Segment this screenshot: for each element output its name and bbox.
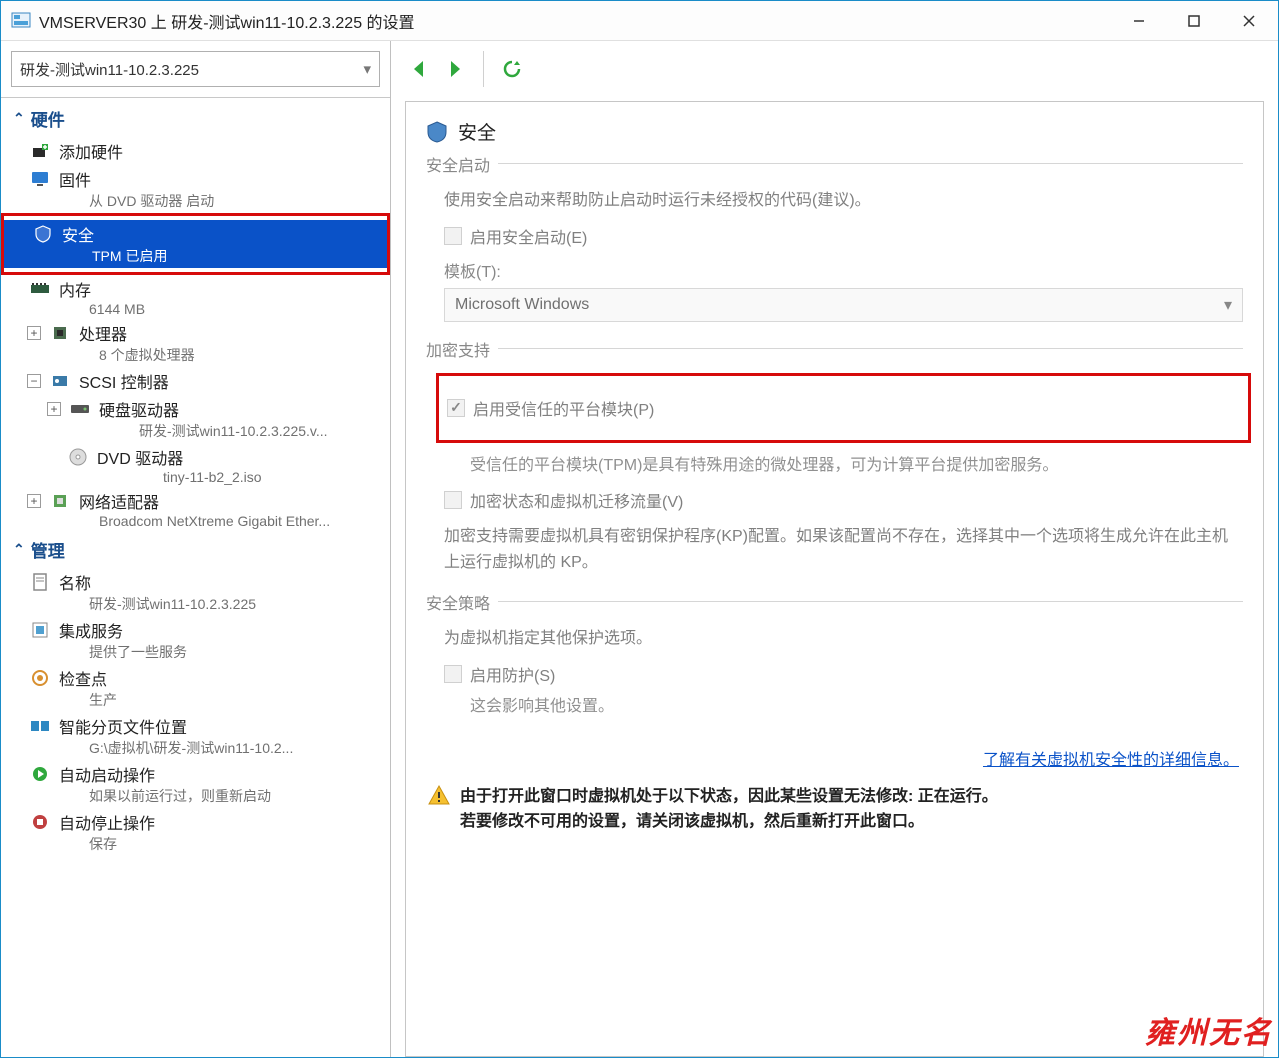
settings-tree: ⌃ 硬件 添加硬件 固件 从 DVD 驱动器 启动 <box>1 97 390 1057</box>
encrypt-state-checkbox <box>444 491 462 509</box>
tree-firmware[interactable]: 固件 从 DVD 驱动器 启动 <box>1 165 390 213</box>
tree-autostop[interactable]: 自动停止操作 保存 <box>1 808 390 856</box>
network-icon <box>49 491 71 511</box>
add-hardware-icon <box>29 141 51 161</box>
title-bar: VMSERVER30 上 研发-测试win11-10.2.3.225 的设置 <box>1 1 1278 41</box>
tree-memory[interactable]: 内存 6144 MB <box>1 275 390 319</box>
autostart-icon <box>29 764 51 784</box>
encryption-group: 加密支持 启用受信任的平台模块(P) 受信任的平台模块(TPM)是具有特殊用途的… <box>426 348 1243 576</box>
tree-security[interactable]: 安全 TPM 已启用 <box>4 220 387 268</box>
close-button[interactable] <box>1221 2 1276 40</box>
content-toolbar <box>391 41 1278 97</box>
secure-boot-checkbox <box>444 227 462 245</box>
learn-more-link[interactable]: 了解有关虚拟机安全性的详细信息。 <box>983 752 1239 769</box>
tree-name[interactable]: 名称 研发-测试win11-10.2.3.225 <box>1 568 390 616</box>
expand-icon[interactable]: + <box>27 326 41 340</box>
vm-selector-dropdown[interactable]: 研发-测试win11-10.2.3.225 ▾ <box>11 51 380 87</box>
chevron-down-icon: ▾ <box>1224 295 1232 315</box>
autostop-icon <box>29 812 51 832</box>
warning-icon <box>428 784 450 835</box>
vm-selector-value: 研发-测试win11-10.2.3.225 <box>20 59 199 80</box>
tree-network[interactable]: + 网络适配器 Broadcom NetXtreme Gigabit Ether… <box>1 487 390 531</box>
tree-add-hardware[interactable]: 添加硬件 <box>1 137 390 165</box>
collapse-icon[interactable]: − <box>27 374 41 388</box>
integration-icon <box>29 620 51 640</box>
nav-back-button[interactable] <box>405 55 433 83</box>
tree-scsi[interactable]: − SCSI 控制器 <box>1 367 390 395</box>
chevron-down-icon: ▾ <box>363 60 371 78</box>
tpm-checkbox <box>447 399 465 417</box>
highlight-tpm: 启用受信任的平台模块(P) <box>436 373 1251 443</box>
window-title: VMSERVER30 上 研发-测试win11-10.2.3.225 的设置 <box>39 9 415 33</box>
security-panel: 安全 安全启动 使用安全启动来帮助防止启动时运行未经授权的代码(建议)。 启用安… <box>405 101 1264 1057</box>
tree-paging[interactable]: 智能分页文件位置 G:\虚拟机\研发-测试win11-10.2... <box>1 712 390 760</box>
panel-title: 安全 <box>426 118 1243 145</box>
monitor-icon <box>29 169 51 189</box>
nav-forward-button[interactable] <box>441 55 469 83</box>
checkpoint-icon <box>29 668 51 688</box>
name-icon <box>29 572 51 592</box>
scsi-icon <box>49 371 71 391</box>
secure-boot-group: 安全启动 使用安全启动来帮助防止启动时运行未经授权的代码(建议)。 启用安全启动… <box>426 163 1243 322</box>
tree-integration[interactable]: 集成服务 提供了一些服务 <box>1 616 390 664</box>
shield-icon <box>426 121 448 143</box>
tree-hdd[interactable]: + 硬盘驱动器 研发-测试win11-10.2.3.225.v... <box>1 395 390 443</box>
highlight-security: 安全 TPM 已启用 <box>1 213 390 275</box>
template-select: Microsoft Windows ▾ <box>444 288 1243 322</box>
expand-icon[interactable]: + <box>47 402 61 416</box>
app-icon <box>11 11 31 31</box>
minimize-button[interactable] <box>1111 2 1166 40</box>
refresh-button[interactable] <box>498 55 526 83</box>
tree-autostart[interactable]: 自动启动操作 如果以前运行过，则重新启动 <box>1 760 390 808</box>
section-hardware[interactable]: ⌃ 硬件 <box>1 100 390 137</box>
memory-icon <box>29 279 51 299</box>
shield-checkbox <box>444 665 462 683</box>
paging-icon <box>29 716 51 736</box>
shield-icon <box>32 224 54 244</box>
policy-group: 安全策略 为虚拟机指定其他保护选项。 启用防护(S) 这会影响其他设置。 <box>426 601 1243 719</box>
dvd-icon <box>67 447 89 467</box>
collapse-icon: ⌃ <box>13 541 25 558</box>
collapse-icon: ⌃ <box>13 110 25 127</box>
tree-checkpoint[interactable]: 检查点 生产 <box>1 664 390 712</box>
section-management[interactable]: ⌃ 管理 <box>1 531 390 568</box>
tree-dvd[interactable]: DVD 驱动器 tiny-11-b2_2.iso <box>1 443 390 487</box>
expand-icon[interactable]: + <box>27 494 41 508</box>
tree-processor[interactable]: + 处理器 8 个虚拟处理器 <box>1 319 390 367</box>
cpu-icon <box>49 323 71 343</box>
maximize-button[interactable] <box>1166 2 1221 40</box>
hdd-icon <box>69 399 91 419</box>
warning-message: 由于打开此窗口时虚拟机处于以下状态，因此某些设置无法修改: 正在运行。若要修改不… <box>426 778 1243 841</box>
